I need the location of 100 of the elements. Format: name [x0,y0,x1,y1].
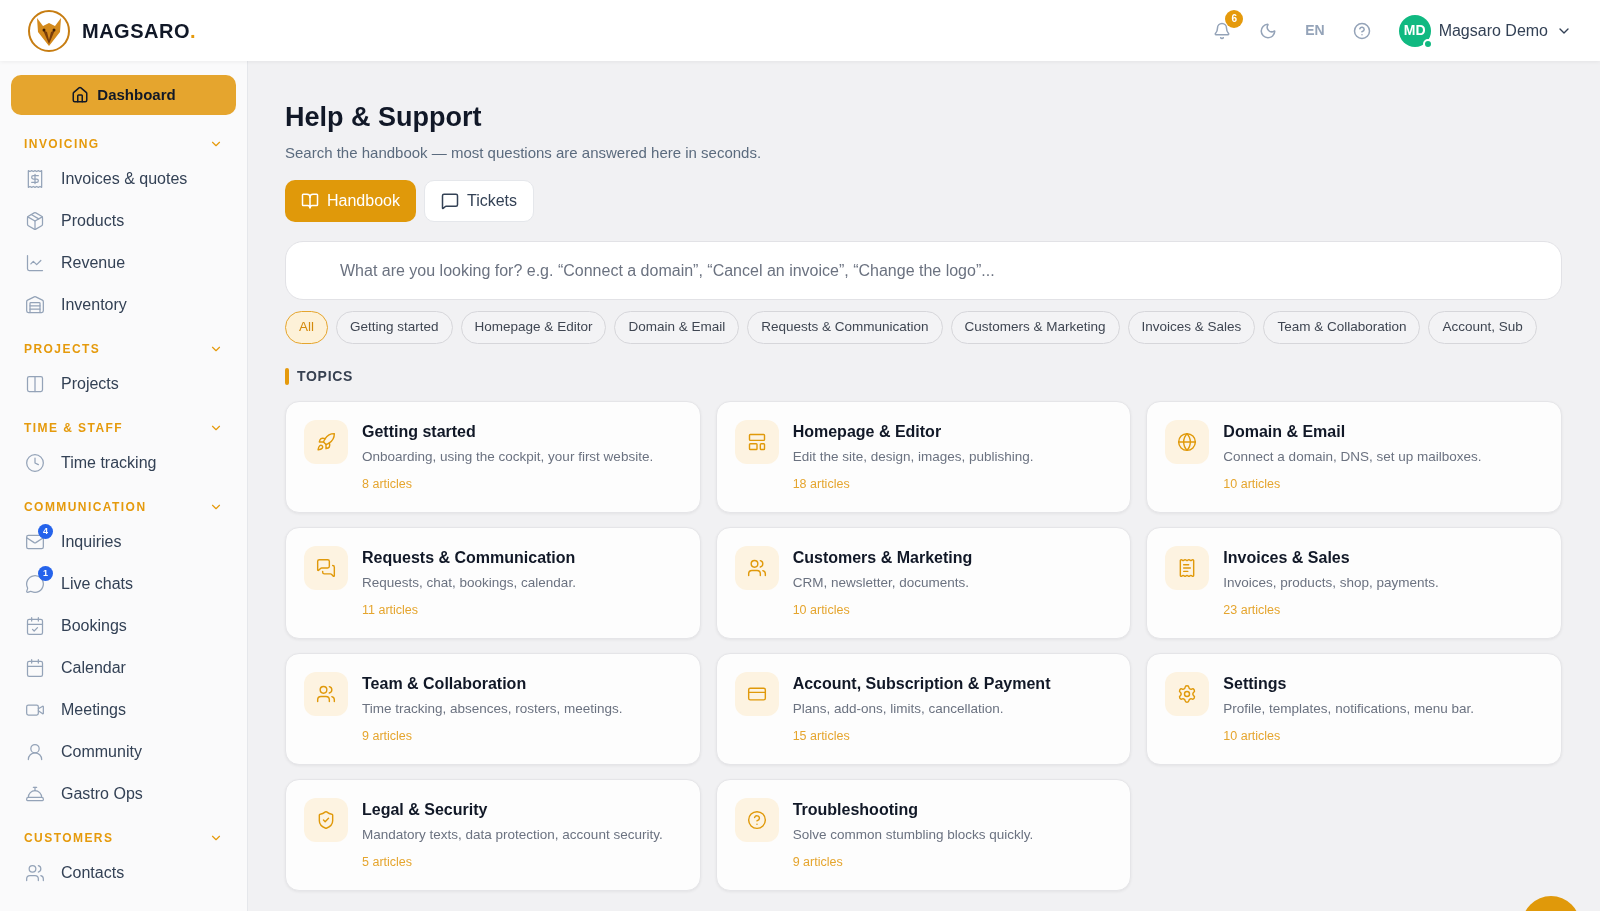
sidebar-item[interactable]: Bookings [11,605,236,647]
topic-card[interactable]: Domain & Email Connect a domain, DNS, set up mailboxes. 10 articles [1146,401,1562,513]
topic-card[interactable]: Troubleshooting Solve common stumbling blocks quickly. 9 articles [715,779,1132,891]
topic-card[interactable]: Account, Subscription & Payment Plans, add-ons, limits, cancellation. 15 articles [715,653,1132,765]
topic-card[interactable]: Settings Profile, templates, notifications, menu bar. 10 articles [1146,653,1562,765]
unread-badge: 1 [38,566,53,581]
sidebar-item[interactable]: Calendar [11,647,236,689]
help-button[interactable] [1352,21,1371,40]
topic-title: Invoices & Sales [1223,548,1351,568]
chat-bubbles-icon [316,558,336,578]
sidebar-item[interactable]: Invoices & quotes [11,158,236,200]
sidebar-item[interactable]: 4 Inquiries [11,521,236,563]
article-count: 15 articles [792,728,851,746]
article-count: 9 articles [792,854,844,872]
filter-chip[interactable]: Invoices & Sales [1127,311,1256,344]
help-icon [746,810,767,830]
users-icon [746,558,767,578]
article-count: 10 articles [1223,476,1282,494]
wolf-logo-icon [28,9,70,52]
clock-icon [25,453,45,473]
calendar-icon [25,658,45,678]
user-menu[interactable]: MD Magsaro Demo [1398,14,1572,47]
article-count: 11 articles [362,602,420,620]
sidebar-item[interactable]: 1 Live chats [11,563,236,605]
tab[interactable]: Tickets [423,180,535,222]
calendar-check-icon [25,616,45,636]
warehouse-icon [25,295,45,315]
topic-title: Legal & Security [362,800,489,820]
theme-toggle[interactable] [1259,21,1278,40]
house-icon [71,86,90,104]
topic-title: Troubleshooting [792,800,919,820]
filter-chip[interactable]: Customers & Marketing [950,311,1120,344]
topic-description: Requests, chat, bookings, calendar. [362,574,576,592]
mail-icon [25,532,45,552]
topic-title: Homepage & Editor [792,422,943,442]
topic-title: Requests & Communication [362,548,576,568]
article-count: 10 articles [792,602,851,620]
users-icon [25,863,45,883]
notifications-button[interactable] [1213,21,1232,40]
article-count: 9 articles [362,728,414,746]
brand-mark: . [189,18,196,44]
page-subtitle: Search the handbook — most questions are answered here in seconds. [285,142,763,163]
search-field[interactable]: What are you looking for? e.g. “Connect a domain”, “Cancel an invoice”, “Change the logo”... [285,241,1562,300]
topic-card[interactable]: Invoices & Sales Invoices, products, shop, payments. 23 articles [1146,527,1562,639]
topic-card[interactable]: Requests & Communication Requests, chat, bookings, calendar. 11 articles [285,527,701,639]
topic-card[interactable]: Getting started Onboarding, using the cockpit, your first website. 8 articles [285,401,701,513]
topic-title: Domain & Email [1223,422,1347,442]
layout-icon [746,432,767,452]
box-icon [25,211,45,231]
person-icon [25,742,45,762]
user-avatar: MD [1398,14,1431,47]
users-icon [316,684,336,704]
topic-description: Invoices, products, shop, payments. [1223,574,1439,592]
filter-chip[interactable]: Account, Sub [1428,311,1537,344]
topic-card[interactable]: Team & Collaboration Time tracking, absences, rosters, meetings. 9 articles [285,653,701,765]
page-title: Help & Support [285,101,483,134]
chat-bubble-icon [25,574,45,594]
topic-title: Team & Collaboration [362,674,528,694]
topic-title: Settings [1223,674,1288,694]
sidebar-item[interactable]: Gastro Ops [11,773,236,815]
topic-title: Account, Subscription & Payment [792,674,1051,694]
filter-chip[interactable]: Getting started [336,311,453,344]
topic-card[interactable]: Homepage & Editor Edit the site, design, images, publishing. 18 articles [715,401,1132,513]
sidebar-item[interactable]: Projects [11,363,236,405]
topic-card[interactable]: Legal & Security Mandatory texts, data protection, account security. 5 articles [285,779,701,891]
section-heading: TIME & STAFF [24,420,124,437]
topic-description: Edit the site, design, images, publishing. [792,448,1034,466]
filter-chip[interactable]: Domain & Email [614,311,740,344]
sidebar-item[interactable]: Inventory [11,284,236,326]
globe-icon [1177,432,1198,452]
settings-icon [1177,684,1198,704]
notification-count: 6 [1225,9,1244,28]
sidebar-item[interactable]: Meetings [11,689,236,731]
dashboard-button[interactable]: Dashboard [11,75,236,115]
article-count: 18 articles [792,476,851,494]
topic-description: Connect a domain, DNS, set up mailboxes. [1223,448,1482,466]
topic-description: Plans, add-ons, limits, cancellation. [792,700,1005,718]
receipt-icon [25,169,45,189]
topic-title: Customers & Marketing [792,548,973,568]
topic-title: Getting started [362,422,477,442]
brand-name: MAGSARO [82,18,190,44]
filter-chip[interactable]: Requests & Communication [747,311,943,344]
sidebar-item[interactable]: Revenue [11,242,236,284]
sidebar-item[interactable]: Community [11,731,236,773]
sidebar-item[interactable]: Contacts [11,852,236,894]
topic-card[interactable]: Customers & Marketing CRM, newsletter, documents. 10 articles [715,527,1132,639]
line-chart-icon [25,253,45,273]
sidebar-item[interactable]: Time tracking [11,442,236,484]
credit-card-icon [746,684,767,704]
chat-bubble-icon [440,192,459,210]
filter-chip[interactable]: Homepage & Editor [460,311,607,344]
shield-check-icon [316,810,336,830]
article-count: 8 articles [362,476,414,494]
section-heading: COMMUNICATION [24,499,147,516]
bell-icon [1213,21,1232,40]
topic-description: CRM, newsletter, documents. [792,574,970,592]
article-count: 10 articles [1223,728,1282,746]
accent-bar [285,368,289,385]
filter-chip[interactable]: Team & Collaboration [1263,311,1421,344]
sidebar-item[interactable]: Products [11,200,236,242]
